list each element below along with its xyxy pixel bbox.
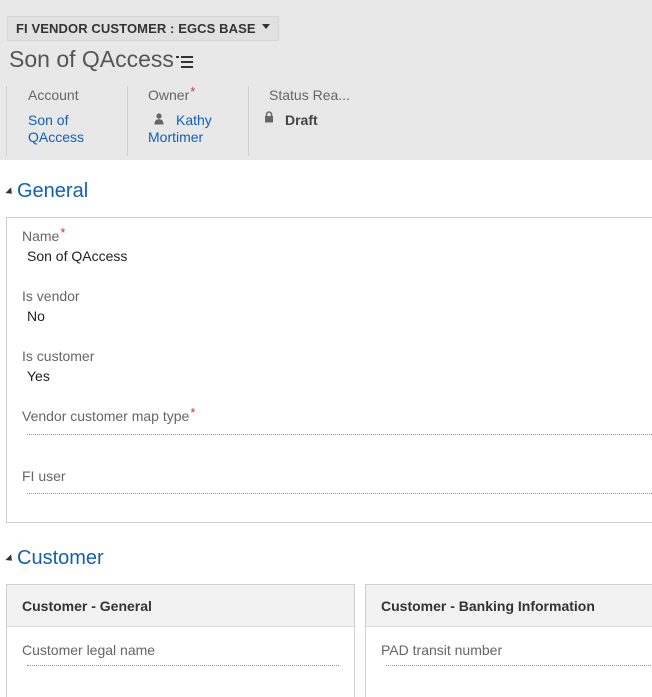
customer-legal-name-input[interactable]	[27, 665, 339, 666]
panel-title: Customer - General	[22, 597, 152, 614]
header-field-owner: Owner* Kathy Mortimer	[127, 84, 249, 156]
account-link-line2: QAccess	[28, 129, 85, 145]
owner-link-line2: Mortimer	[148, 129, 204, 145]
form-selector-label: FI VENDOR CUSTOMER : EGCS BASE	[16, 21, 256, 36]
name-field-label: Name*	[22, 225, 66, 244]
owner-link-line1: Kathy	[176, 112, 212, 128]
name-label-text: Name	[22, 228, 60, 244]
record-header: FI VENDOR CUSTOMER : EGCS BASE Son of QA…	[0, 0, 652, 160]
required-asterisk: *	[60, 225, 66, 240]
header-field-account: Account Son of QAccess	[6, 86, 128, 156]
status-reason-value: Draft	[285, 112, 318, 128]
required-asterisk: *	[190, 405, 196, 420]
section-header-general[interactable]: General	[5, 180, 89, 203]
panel-header: Customer - Banking Information	[366, 585, 652, 627]
account-link-line1: Son of	[28, 112, 69, 128]
header-field-status-reason: Status Rea... Draft	[248, 86, 378, 156]
is-customer-label: Is customer	[22, 348, 95, 364]
map-type-label-text: Vendor customer map type	[22, 408, 190, 424]
record-title: Son of QAccess	[9, 46, 174, 72]
status-reason-label: Status Rea...	[269, 87, 350, 103]
map-type-lookup-input[interactable]	[27, 434, 652, 435]
caret-down-icon	[261, 24, 270, 29]
panel-header: Customer - General	[7, 585, 354, 627]
map-type-field-label: Vendor customer map type*	[22, 405, 196, 424]
panel-title: Customer - Banking Information	[381, 597, 595, 614]
collapse-triangle-icon	[5, 186, 15, 197]
customer-legal-name-label: Customer legal name	[22, 642, 156, 658]
form-selector-dropdown[interactable]: FI VENDOR CUSTOMER : EGCS BASE	[7, 16, 279, 41]
is-customer-value[interactable]: Yes	[27, 368, 50, 384]
pad-transit-number-label: PAD transit number	[381, 642, 503, 658]
owner-label: Owner*	[148, 84, 196, 103]
collapse-triangle-icon	[5, 553, 15, 564]
section-header-customer[interactable]: Customer	[5, 547, 104, 570]
section-title-customer: Customer	[17, 547, 104, 569]
owner-link[interactable]: Kathy Mortimer	[148, 112, 212, 146]
name-field-value[interactable]: Son of QAccess	[27, 248, 127, 264]
fi-user-lookup-input[interactable]	[27, 493, 652, 494]
account-label: Account	[28, 87, 79, 103]
section-title-general: General	[17, 180, 89, 202]
required-asterisk: *	[190, 84, 196, 99]
pad-transit-number-input[interactable]	[386, 665, 652, 666]
list-menu-icon[interactable]	[176, 55, 194, 69]
panel-customer-general: Customer - General Customer legal name	[6, 584, 355, 697]
is-vendor-label: Is vendor	[22, 288, 80, 304]
is-vendor-value[interactable]: No	[27, 308, 45, 324]
panel-customer-banking: Customer - Banking Information PAD trans…	[365, 584, 652, 697]
lock-icon	[265, 111, 273, 123]
account-link[interactable]: Son of QAccess	[28, 112, 84, 146]
owner-label-text: Owner	[148, 87, 190, 103]
fi-user-label: FI user	[22, 468, 66, 484]
